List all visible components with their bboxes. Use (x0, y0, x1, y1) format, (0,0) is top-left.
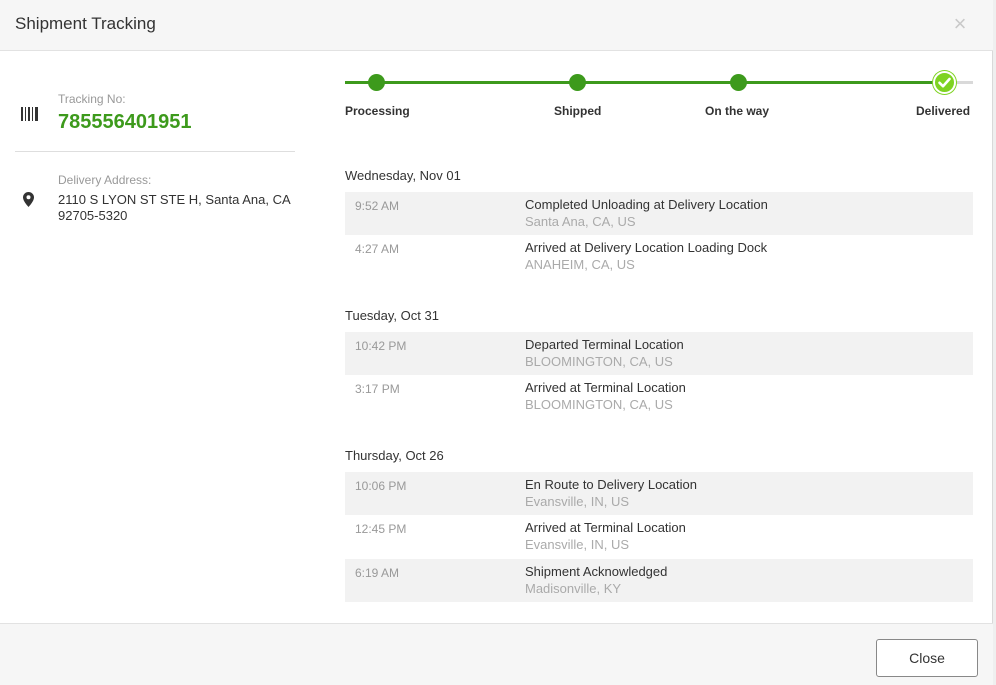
event-row: 10:06 PM En Route to Delivery Location E… (345, 472, 973, 515)
check-icon (933, 71, 956, 94)
tracking-number: 785556401951 (58, 111, 192, 133)
event-description: Departed Terminal Location (525, 337, 684, 352)
event-row: 9:52 AM Completed Unloading at Delivery … (345, 192, 973, 235)
event-row: 12:45 PM Arrived at Terminal Location Ev… (345, 515, 973, 558)
event-time: 6:19 AM (355, 566, 400, 580)
event-location: Madisonville, KY (525, 581, 622, 596)
tracking-number-label: Tracking No: (58, 92, 126, 106)
event-time: 12:45 PM (355, 522, 407, 536)
event-location: BLOOMINGTON, CA, US (525, 397, 673, 412)
shipment-tracking-modal: Shipment Tracking × Tracking No: 7855564… (0, 0, 993, 685)
event-row: 3:17 PM Arrived at Terminal Location BLO… (345, 375, 973, 418)
day-heading: Tuesday, Oct 31 (345, 308, 439, 323)
delivery-address-line2: 92705-5320 (58, 208, 128, 223)
delivery-address-label: Delivery Address: (58, 173, 152, 187)
shipment-progress: Processing Shipped On the way Delivered (345, 70, 973, 120)
divider (15, 151, 295, 152)
event-description: Completed Unloading at Delivery Location (525, 197, 768, 212)
event-time: 10:06 PM (355, 479, 407, 493)
modal-title: Shipment Tracking (15, 14, 156, 33)
event-description: En Route to Delivery Location (525, 477, 697, 492)
day-heading: Thursday, Oct 26 (345, 448, 444, 463)
event-time: 10:42 PM (355, 339, 407, 353)
event-location: Evansville, IN, US (525, 537, 630, 552)
delivery-address-line1: 2110 S LYON ST STE H, Santa Ana, CA (58, 192, 291, 207)
day-heading: Wednesday, Nov 01 (345, 168, 461, 183)
step-dot-shipped (569, 74, 586, 91)
event-time: 4:27 AM (355, 242, 400, 256)
step-label-delivered: Delivered (916, 104, 971, 118)
event-location: ANAHEIM, CA, US (525, 257, 635, 272)
event-row: 10:42 PM Departed Terminal Location BLOO… (345, 332, 973, 375)
event-row: 4:27 AM Arrived at Delivery Location Loa… (345, 235, 973, 278)
event-description: Arrived at Terminal Location (525, 520, 686, 535)
event-row: 6:19 AM Shipment Acknowledged Madisonvil… (345, 559, 973, 602)
close-button[interactable]: Close (876, 639, 978, 677)
step-label-shipped: Shipped (554, 104, 602, 118)
step-dot-on-the-way (730, 74, 747, 91)
event-location: Santa Ana, CA, US (525, 214, 636, 229)
event-description: Arrived at Terminal Location (525, 380, 686, 395)
step-label-on-the-way: On the way (705, 104, 770, 118)
event-location: BLOOMINGTON, CA, US (525, 354, 673, 369)
event-location: Evansville, IN, US (525, 494, 630, 509)
progress-track-filled (345, 81, 945, 84)
modal-header: Shipment Tracking × (0, 0, 993, 51)
map-pin-icon (23, 192, 34, 212)
event-time: 3:17 PM (355, 382, 400, 396)
barcode-icon (21, 107, 39, 126)
modal-footer: Close (0, 623, 993, 685)
step-dot-processing (368, 74, 385, 91)
close-icon[interactable]: × (949, 12, 971, 36)
event-description: Shipment Acknowledged (525, 564, 668, 579)
event-time: 9:52 AM (355, 199, 400, 213)
event-description: Arrived at Delivery Location Loading Doc… (525, 240, 768, 255)
step-label-processing: Processing (345, 104, 410, 118)
